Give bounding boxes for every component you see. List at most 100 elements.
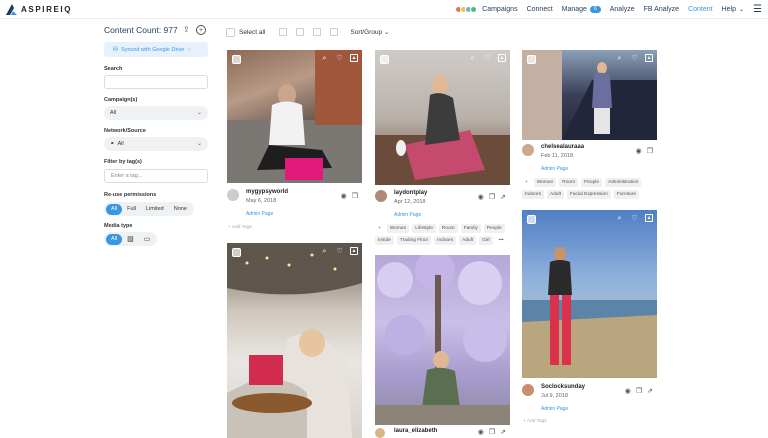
tag-chip[interactable]: Inside: [375, 236, 394, 245]
image-icon[interactable]: ▨: [122, 234, 139, 245]
comment-icon[interactable]: ❐: [636, 387, 642, 395]
card-username[interactable]: Soclocksunday: [541, 384, 585, 390]
card-select-checkbox[interactable]: [380, 55, 389, 64]
nav-campaigns[interactable]: Campaigns: [482, 6, 517, 13]
tag-chip[interactable]: Room: [438, 224, 458, 233]
add-content-icon[interactable]: +: [196, 25, 206, 35]
content-image[interactable]: ⌕ ♡ ▲: [522, 50, 657, 140]
search-icon[interactable]: ⌕: [468, 54, 477, 63]
card-select-checkbox[interactable]: [527, 55, 536, 64]
nav-manage[interactable]: Manage 6: [562, 6, 601, 13]
avatar[interactable]: [375, 190, 387, 202]
external-link-icon[interactable]: ⇗: [647, 387, 653, 395]
admin-page-link[interactable]: Admin Page: [541, 406, 568, 412]
search-icon[interactable]: ⌕: [320, 54, 329, 63]
tag-filter-input[interactable]: Enter a tag...: [104, 169, 208, 183]
video-icon[interactable]: ▭: [139, 234, 156, 245]
avatar[interactable]: [375, 428, 385, 438]
tag-chip[interactable]: Administration: [605, 178, 642, 187]
content-card[interactable]: ⌕ ♡ ▲ Soclocksunday Jul 9, 2018 Admin Pa…: [522, 210, 657, 430]
content-image[interactable]: [375, 255, 510, 425]
tag-chip[interactable]: Facial Expression: [566, 190, 611, 199]
eye-icon[interactable]: ◉: [478, 193, 484, 201]
admin-page-link[interactable]: Admin Page: [541, 166, 568, 172]
reuse-limited-option[interactable]: Limited: [141, 204, 169, 215]
avatar[interactable]: [522, 144, 534, 156]
media-all-option[interactable]: All: [106, 233, 123, 245]
google-drive-sync-button[interactable]: ⛁ Synced with Google Drive ›: [104, 42, 208, 57]
tag-chip[interactable]: People: [581, 178, 602, 187]
add-tag-icon[interactable]: +: [375, 224, 384, 233]
avatar[interactable]: [227, 189, 239, 201]
tag-chip[interactable]: Adult: [547, 190, 564, 199]
content-image[interactable]: ⌕ ♡ ▲: [375, 50, 510, 185]
team-avatars[interactable]: [455, 6, 478, 13]
tag-chip[interactable]: Woman: [533, 178, 557, 187]
tag-chip[interactable]: Family: [460, 224, 481, 233]
card-select-checkbox[interactable]: [527, 215, 536, 224]
network-select[interactable]: ⚭ All ⌄: [104, 137, 208, 151]
eye-icon[interactable]: ◉: [478, 428, 484, 436]
reuse-none-option[interactable]: None: [169, 204, 192, 215]
card-username[interactable]: chelsealauraaa: [541, 144, 584, 150]
search-icon[interactable]: ⌕: [320, 247, 329, 256]
image-icon[interactable]: ▲: [350, 247, 358, 255]
search-icon[interactable]: ⌕: [615, 214, 624, 223]
admin-page-link[interactable]: Admin Page: [394, 212, 421, 218]
campaign-select[interactable]: All ⌄: [104, 106, 208, 120]
select-all-checkbox[interactable]: [226, 27, 235, 37]
heart-icon[interactable]: ♡: [630, 214, 639, 223]
nav-fb-analyze[interactable]: FB Analyze: [644, 6, 679, 13]
content-image[interactable]: ⌕ ♡ ▲: [227, 243, 362, 438]
card-username[interactable]: laydontplay: [394, 190, 427, 196]
sort-group-dropdown[interactable]: Sort/Group ⌄: [350, 28, 389, 36]
card-username[interactable]: laura_elizabeth: [394, 428, 437, 434]
tag-chip[interactable]: Girl: [479, 236, 493, 245]
search-icon[interactable]: ⌕: [615, 54, 624, 63]
tag-chip[interactable]: People: [483, 224, 505, 233]
eye-icon[interactable]: ◉: [341, 192, 347, 200]
content-card[interactable]: ⌕ ♡ ▲: [227, 243, 362, 438]
image-icon[interactable]: ▲: [498, 54, 506, 62]
content-card[interactable]: ⌕ ♡ ▲ mygypsyworld May 6, 2018 Admin Pag…: [227, 50, 362, 235]
eye-icon[interactable]: ◉: [625, 387, 631, 395]
content-card[interactable]: ⌕ ♡ ▲ laydontplay Apr 12, 2018 Admin Pag…: [375, 50, 510, 246]
lock-icon[interactable]: [279, 28, 288, 36]
hamburger-menu-icon[interactable]: ☰: [753, 4, 762, 15]
image-icon[interactable]: ▲: [350, 54, 358, 62]
tag-chip[interactable]: Lifestyle: [412, 224, 436, 233]
nav-help[interactable]: Help ⌄: [722, 6, 744, 13]
card-select-checkbox[interactable]: [232, 55, 241, 64]
nav-content[interactable]: Content: [688, 6, 713, 13]
tag-chip[interactable]: Room: [559, 178, 579, 187]
reuse-full-option[interactable]: Full: [122, 204, 141, 215]
trash-icon[interactable]: [330, 28, 339, 36]
admin-page-link[interactable]: Admin Page: [246, 211, 273, 217]
add-tags-button[interactable]: + Add Tags: [228, 225, 252, 230]
tag-chip[interactable]: Adult: [459, 236, 477, 245]
more-tags-button[interactable]: •••: [496, 236, 507, 245]
brand-logo[interactable]: ASPIREIQ: [5, 3, 72, 16]
move-icon[interactable]: [296, 28, 305, 36]
tag-chip[interactable]: Woman: [386, 224, 410, 233]
card-username[interactable]: mygypsyworld: [246, 189, 288, 195]
content-image[interactable]: ⌕ ♡ ▲: [227, 50, 362, 183]
image-icon[interactable]: ▲: [645, 54, 653, 62]
nav-analyze[interactable]: Analyze: [610, 6, 635, 13]
avatar[interactable]: [522, 384, 534, 396]
external-link-icon[interactable]: ⇗: [500, 428, 506, 436]
eye-icon[interactable]: ◉: [636, 147, 642, 155]
add-tags-button[interactable]: + Add Tags: [523, 419, 547, 424]
tag-icon[interactable]: [313, 28, 322, 36]
content-image[interactable]: ⌕ ♡ ▲: [522, 210, 657, 378]
comment-icon[interactable]: ❐: [647, 147, 653, 155]
upload-icon[interactable]: ⇪: [183, 25, 190, 34]
heart-icon[interactable]: ♡: [335, 247, 344, 256]
external-link-icon[interactable]: ⇗: [500, 193, 506, 201]
add-tag-icon[interactable]: +: [522, 178, 531, 187]
content-card[interactable]: ⌕ ♡ ▲ chelsealauraaa Feb 11, 2018 Admin …: [522, 50, 657, 202]
heart-icon[interactable]: ♡: [483, 54, 492, 63]
tag-chip[interactable]: Indoors: [522, 190, 544, 199]
comment-icon[interactable]: ❐: [489, 428, 495, 436]
heart-icon[interactable]: ♡: [335, 54, 344, 63]
